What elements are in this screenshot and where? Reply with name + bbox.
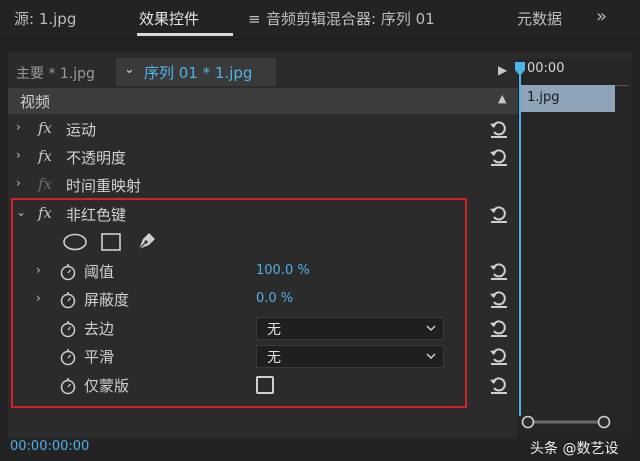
fx-toggle-icon[interactable]: fx: [38, 147, 52, 165]
effect-row-motion[interactable]: › fx 运动: [8, 116, 518, 144]
active-tab-underline: [137, 33, 233, 36]
playhead-line[interactable]: [519, 64, 521, 416]
effect-row-opacity[interactable]: › fx 不透明度: [8, 144, 518, 172]
chevron-right-icon[interactable]: ›: [16, 148, 21, 162]
reset-icon[interactable]: [488, 118, 510, 140]
video-section-title: 视频: [20, 93, 51, 111]
reset-icon[interactable]: [488, 203, 510, 225]
chevron-right-icon[interactable]: ›: [16, 176, 21, 190]
reset-icon[interactable]: [488, 146, 510, 168]
tab-source[interactable]: 源: 1.jpg: [14, 8, 76, 29]
reset-icon[interactable]: [488, 317, 510, 339]
panel-tab-bar: 源: 1.jpg 效果控件 ≡ 音频剪辑混合器: 序列 01 元数据 »: [0, 0, 640, 40]
tab-audio-clip-mixer[interactable]: 音频剪辑混合器: 序列 01: [266, 8, 435, 29]
overflow-tabs-icon[interactable]: »: [596, 6, 607, 27]
reset-icon[interactable]: [488, 260, 510, 282]
fx-toggle-icon: fx: [38, 175, 53, 193]
sequence-clip-selector[interactable]: ⌄ 序列 01 * 1.jpg: [116, 58, 276, 86]
sequence-clip-label: 序列 01 * 1.jpg: [144, 64, 253, 82]
chevron-right-icon[interactable]: ›: [16, 120, 21, 134]
collapse-up-icon[interactable]: ▲: [498, 92, 506, 105]
master-clip-label[interactable]: 主要 * 1.jpg: [16, 63, 95, 83]
effect-timeline[interactable]: 00:00 1.jpg: [518, 58, 632, 438]
effect-label: 时间重映射: [66, 177, 142, 195]
highlight-frame: [11, 198, 467, 408]
tab-effect-controls[interactable]: 效果控件: [139, 8, 199, 29]
panel-menu-icon[interactable]: ≡: [248, 10, 261, 28]
reset-icon[interactable]: [488, 374, 510, 396]
clip-selector-row: 主要 * 1.jpg ⌄ 序列 01 * 1.jpg ▶: [8, 58, 518, 86]
video-section-header[interactable]: 视频 ▲: [8, 88, 518, 114]
effect-row-time-remapping[interactable]: › fx 时间重映射: [8, 172, 518, 200]
current-timecode[interactable]: 00:00:00:00: [10, 439, 89, 454]
chevron-down-icon: ⌄: [124, 62, 135, 77]
effect-label: 不透明度: [66, 149, 127, 167]
timeline-time-label: 00:00: [527, 61, 565, 76]
fx-toggle-icon[interactable]: fx: [38, 119, 52, 137]
reset-icon[interactable]: [488, 345, 510, 367]
reset-icon[interactable]: [488, 288, 510, 310]
watermark: 头条 @数艺设: [530, 441, 619, 457]
playhead-marker-icon[interactable]: [515, 62, 525, 76]
timeline-clip[interactable]: 1.jpg: [521, 85, 615, 112]
panel-footer: 00:00:00:00 头条 @数艺设: [0, 438, 640, 461]
effect-label: 运动: [66, 121, 97, 139]
timeline-zoom-scrollbar[interactable]: [520, 414, 612, 434]
toggle-timeline-arrow-icon[interactable]: ▶: [498, 63, 507, 77]
tab-metadata[interactable]: 元数据: [517, 8, 562, 29]
timeline-clip-label: 1.jpg: [527, 90, 560, 105]
